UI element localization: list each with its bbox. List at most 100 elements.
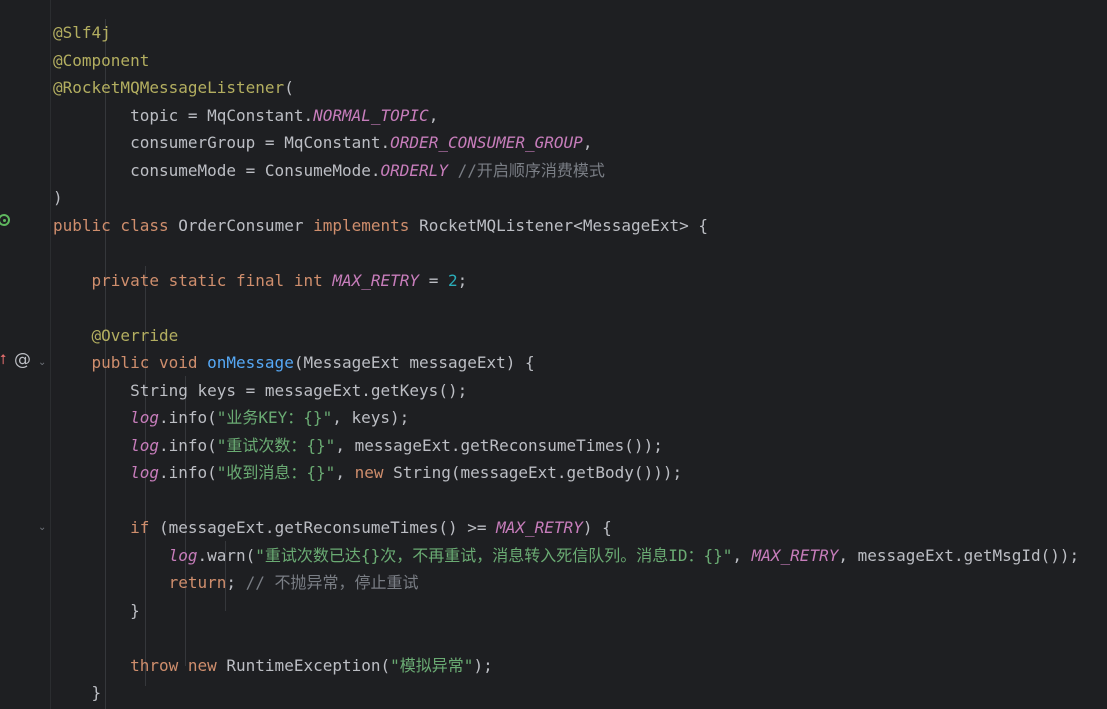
code-line[interactable]: if (messageExt.getReconsumeTimes() >= MA… — [53, 514, 1107, 542]
code-line[interactable]: } — [53, 679, 1107, 707]
code-line[interactable]: ) — [53, 184, 1107, 212]
code-token: ); — [473, 655, 493, 675]
code-token: .info( — [158, 408, 217, 427]
implements-method-icon[interactable]: ⭡ — [0, 353, 7, 367]
code-line[interactable] — [53, 239, 1107, 267]
code-line[interactable]: return; // 不抛异常，停止重试 — [53, 569, 1107, 597]
code-token: topic = MqConstant. — [53, 105, 314, 125]
code-token: OrderConsumer — [178, 215, 314, 235]
code-editor[interactable]: @Slf4j @Component @RocketMQMessageListener… — [53, 19, 1107, 709]
code-token: public void — [91, 353, 208, 372]
code-token: , keys); — [332, 408, 410, 427]
fold-chevron-icon[interactable]: ⌄ — [38, 358, 46, 368]
code-token: log — [130, 463, 159, 482]
code-lines: @Slf4j @Component @RocketMQMessageListener… — [53, 19, 1107, 707]
code-token: } — [53, 600, 140, 620]
code-line[interactable]: log.warn("重试次数已达{}次，不再重试，消息转入死信队列。消息ID：{… — [53, 542, 1107, 570]
code-token: throw new — [130, 655, 227, 675]
code-token: log — [130, 435, 159, 455]
gutter-separator — [50, 0, 51, 709]
code-token: ) { — [582, 518, 612, 537]
code-token: new — [354, 463, 394, 482]
code-line[interactable]: } — [53, 597, 1107, 625]
code-token: String keys = messageExt.getKeys(); — [53, 380, 468, 400]
code-line[interactable] — [53, 294, 1107, 322]
code-token: , messageExt.getMsgId()); — [838, 545, 1080, 565]
code-token: return — [168, 573, 227, 592]
code-token: ( — [284, 78, 294, 97]
code-line[interactable] — [53, 487, 1107, 515]
code-line[interactable]: log.info("重试次数：{}", messageExt.getRecons… — [53, 432, 1107, 460]
code-line[interactable]: @Component — [53, 47, 1107, 75]
code-line[interactable]: String keys = messageExt.getKeys(); — [53, 377, 1107, 405]
code-token: private static final int — [91, 270, 333, 290]
code-token: , messageExt.getReconsumeTimes()); — [335, 435, 663, 455]
code-token: MAX_RETRY — [332, 270, 420, 290]
at-annotation-icon[interactable]: @ — [14, 352, 31, 369]
code-token: @Slf4j — [53, 23, 111, 42]
code-line[interactable]: log.info("业务KEY：{}", keys); — [53, 404, 1107, 432]
code-token: // 不抛异常，停止重试 — [245, 573, 419, 592]
code-token: implements — [313, 215, 420, 235]
code-token: MAX_RETRY — [496, 518, 583, 537]
code-line[interactable]: @Slf4j — [53, 19, 1107, 47]
code-token: MAX_RETRY — [751, 545, 839, 565]
code-token: public class — [53, 215, 179, 235]
code-token: "业务KEY：{}" — [216, 408, 333, 427]
code-line[interactable]: consumerGroup = MqConstant.ORDER_CONSUME… — [53, 129, 1107, 157]
code-token: "模拟异常" — [390, 655, 474, 675]
code-token: "重试次数：{}" — [216, 435, 336, 455]
code-token: RocketMQListener<MessageExt> { — [419, 215, 709, 235]
code-token: @Component — [53, 50, 150, 70]
code-token: RuntimeException( — [226, 655, 391, 675]
code-line[interactable]: private static final int MAX_RETRY = 2; — [53, 267, 1107, 295]
code-token: = — [419, 270, 448, 290]
code-token: 2 — [447, 270, 458, 290]
code-token: @Override — [91, 325, 179, 345]
code-line[interactable]: log.info("收到消息：{}", new String(messageEx… — [53, 459, 1107, 487]
fold-chevron-icon[interactable]: ⌄ — [38, 523, 46, 533]
code-token: onMessage — [207, 353, 294, 372]
code-token: (messageExt.getReconsumeTimes() >= — [158, 518, 497, 537]
code-line[interactable]: topic = MqConstant.NORMAL_TOPIC, — [53, 102, 1107, 130]
code-token: ORDER_CONSUMER_GROUP — [390, 133, 583, 152]
code-line[interactable]: @RocketMQMessageListener( — [53, 74, 1107, 102]
code-token: "重试次数已达{}次，不再重试，消息转入死信队列。消息ID：{}" — [255, 545, 733, 565]
code-token: String(messageExt.getBody())); — [393, 463, 683, 482]
code-line[interactable]: public void onMessage(MessageExt message… — [53, 349, 1107, 377]
code-token: if — [130, 518, 159, 537]
code-token: .info( — [158, 435, 217, 455]
code-token: } — [53, 683, 102, 702]
spring-bean-icon[interactable] — [0, 214, 10, 226]
code-token: consumeMode = ConsumeMode. — [53, 160, 381, 180]
code-token: ORDERLY — [380, 160, 448, 180]
code-token: //开启顺序消费模式 — [457, 160, 605, 180]
code-token: NORMAL_TOPIC — [313, 105, 429, 125]
code-token: @RocketMQMessageListener — [53, 78, 285, 97]
code-token: , — [428, 105, 439, 125]
code-token: ) — [53, 188, 63, 207]
code-token: ; — [226, 573, 246, 592]
code-token: "收到消息：{}" — [216, 463, 336, 482]
code-token: .info( — [158, 463, 217, 482]
code-line[interactable] — [53, 624, 1107, 652]
editor-gutter: ⭡ @ ⌄ ⌄ — [0, 0, 50, 709]
code-line[interactable]: public class OrderConsumer implements Ro… — [53, 212, 1107, 240]
code-line[interactable]: throw new RuntimeException("模拟异常"); — [53, 652, 1107, 680]
code-token: , — [582, 133, 593, 152]
code-token: log — [130, 408, 159, 427]
code-token: ; — [457, 270, 468, 290]
code-line[interactable]: @Override — [53, 322, 1107, 350]
code-line[interactable]: consumeMode = ConsumeMode.ORDERLY //开启顺序… — [53, 157, 1107, 185]
code-token: log — [168, 545, 198, 565]
